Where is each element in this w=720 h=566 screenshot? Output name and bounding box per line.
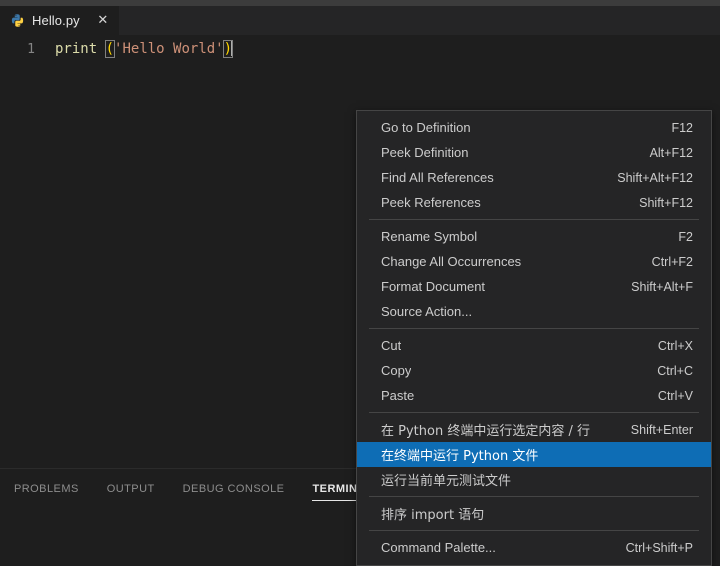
code-token-function: print: [55, 41, 97, 57]
editor-tab-bar: Hello.py ✕: [0, 6, 720, 35]
menu-item-find-all-references[interactable]: Find All References Shift+Alt+F12: [357, 165, 711, 190]
menu-item-label: 排序 import 语句: [381, 504, 484, 523]
panel-tab-output[interactable]: OUTPUT: [107, 483, 167, 501]
menu-item-command-palette[interactable]: Command Palette... Ctrl+Shift+P: [357, 535, 711, 560]
menu-item-label: 运行当前单元测试文件: [381, 470, 511, 489]
menu-item-keybind: F2: [678, 230, 693, 244]
menu-item-label: Go to Definition: [381, 120, 471, 135]
menu-item-label: Find All References: [381, 170, 494, 185]
menu-item-label: Peek References: [381, 195, 481, 210]
editor-tab-label: Hello.py: [32, 13, 80, 28]
panel-tab-label: OUTPUT: [107, 483, 155, 495]
menu-item-copy[interactable]: Copy Ctrl+C: [357, 358, 711, 383]
menu-item-label: 在 Python 终端中运行选定内容 / 行: [381, 420, 590, 439]
panel-tab-label: DEBUG CONSOLE: [183, 483, 285, 495]
menu-item-label: Copy: [381, 363, 411, 378]
menu-item-keybind: Shift+Alt+F: [631, 280, 693, 294]
panel-tab-label: PROBLEMS: [14, 483, 79, 495]
code-token-string: 'Hello World': [114, 41, 224, 57]
menu-item-paste[interactable]: Paste Ctrl+V: [357, 383, 711, 408]
menu-separator: [369, 328, 699, 329]
vscode-window: Hello.py ✕ 1 print ('Hello World') PROBL…: [0, 0, 720, 555]
menu-item-item-3-2[interactable]: 运行当前单元测试文件: [357, 467, 711, 492]
close-icon[interactable]: ✕: [96, 14, 110, 28]
menu-item-keybind: Shift+Enter: [631, 423, 693, 437]
panel-tab-list: PROBLEMS OUTPUT DEBUG CONSOLE TERMINAL: [14, 483, 401, 501]
menu-item-format-document[interactable]: Format Document Shift+Alt+F: [357, 274, 711, 299]
menu-item-keybind: F12: [671, 121, 693, 135]
menu-item-keybind: Ctrl+X: [658, 339, 693, 353]
menu-item-label: Change All Occurrences: [381, 254, 521, 269]
menu-item-import[interactable]: 排序 import 语句: [357, 501, 711, 526]
menu-item-label: Source Action...: [381, 304, 472, 319]
menu-item-rename-symbol[interactable]: Rename Symbol F2: [357, 224, 711, 249]
menu-separator: [369, 530, 699, 531]
menu-item-label: Format Document: [381, 279, 485, 294]
menu-item-python[interactable]: 在终端中运行 Python 文件: [357, 442, 711, 467]
menu-item-label: Rename Symbol: [381, 229, 477, 244]
menu-item-keybind: Ctrl+Shift+P: [626, 541, 693, 555]
menu-item-label: Paste: [381, 388, 414, 403]
editor-right-edge: [712, 110, 720, 555]
panel-tab-problems[interactable]: PROBLEMS: [14, 483, 91, 501]
menu-item-keybind: Ctrl+V: [658, 389, 693, 403]
menu-item-go-to-definition[interactable]: Go to Definition F12: [357, 115, 711, 140]
menu-item-change-all-occurrences[interactable]: Change All Occurrences Ctrl+F2: [357, 249, 711, 274]
editor-context-menu[interactable]: Go to Definition F12 Peek Definition Alt+F1…: [356, 110, 712, 566]
text-caret: [231, 40, 232, 56]
panel-tab-debug-console[interactable]: DEBUG CONSOLE: [183, 483, 297, 501]
menu-item-peek-definition[interactable]: Peek Definition Alt+F12: [357, 140, 711, 165]
menu-item-cut[interactable]: Cut Ctrl+X: [357, 333, 711, 358]
menu-item-keybind: Ctrl+C: [657, 364, 693, 378]
line-number: 1: [0, 40, 44, 59]
menu-item-keybind: Ctrl+F2: [652, 255, 693, 269]
editor-tab-hello-py[interactable]: Hello.py ✕: [0, 6, 119, 35]
menu-separator: [369, 412, 699, 413]
menu-item-python[interactable]: 在 Python 终端中运行选定内容 / 行 Shift+Enter: [357, 417, 711, 442]
menu-item-keybind: Shift+F12: [639, 196, 693, 210]
menu-item-source-action[interactable]: Source Action...: [357, 299, 711, 324]
code-content: print ('Hello World'): [44, 40, 232, 59]
menu-item-label: Command Palette...: [381, 540, 496, 555]
menu-item-label: Peek Definition: [381, 145, 468, 160]
menu-item-keybind: Alt+F12: [650, 146, 693, 160]
menu-item-label: 在终端中运行 Python 文件: [381, 445, 538, 464]
code-token-open-paren: (: [106, 41, 114, 57]
menu-item-label: Cut: [381, 338, 401, 353]
menu-item-keybind: Shift+Alt+F12: [617, 171, 693, 185]
code-line-1: 1 print ('Hello World'): [0, 40, 720, 59]
python-file-icon: [10, 13, 25, 28]
menu-separator: [369, 496, 699, 497]
menu-item-peek-references[interactable]: Peek References Shift+F12: [357, 190, 711, 215]
menu-separator: [369, 219, 699, 220]
